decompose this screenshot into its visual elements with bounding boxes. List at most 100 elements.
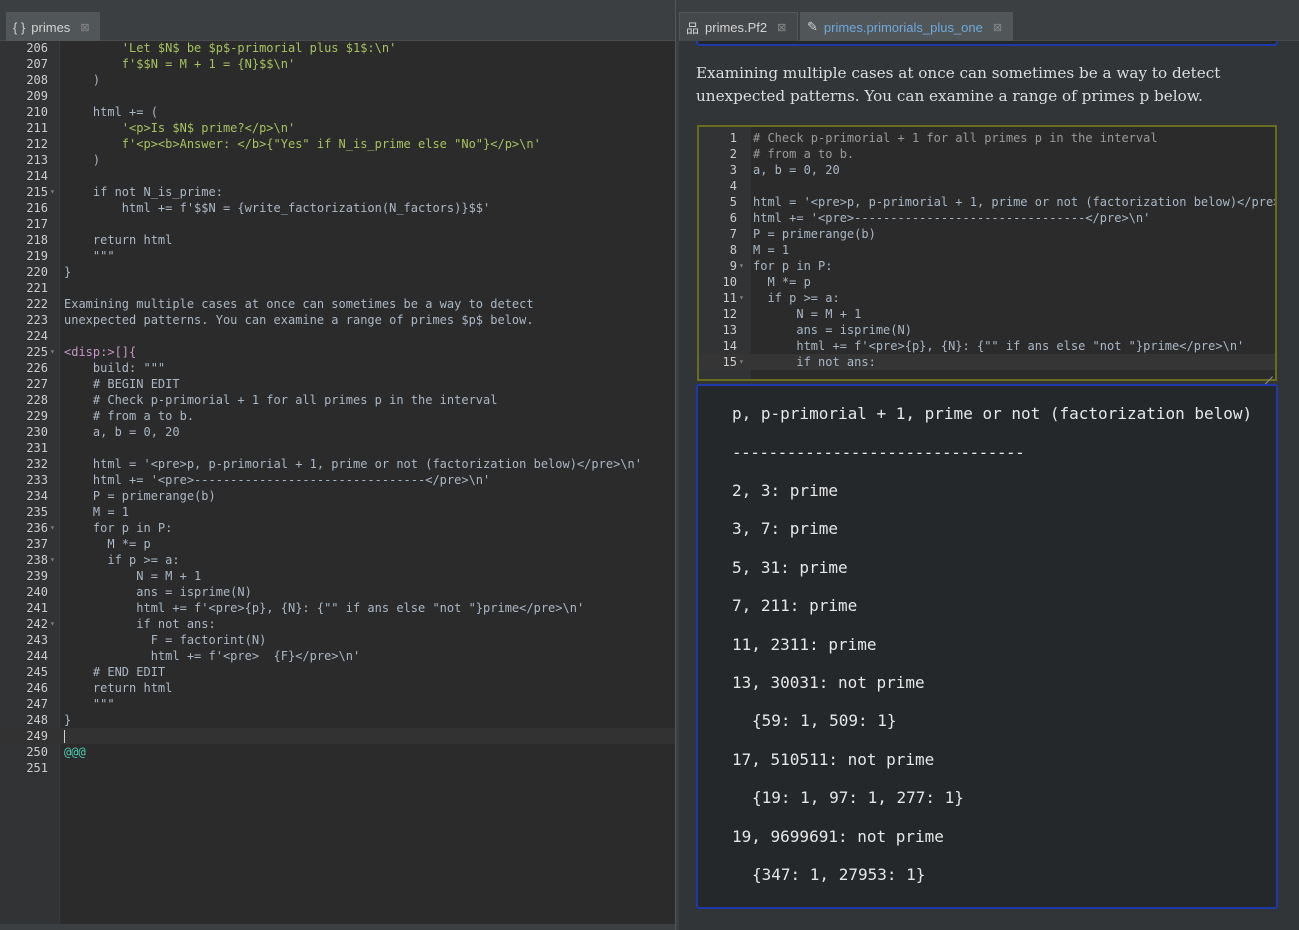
fold-arrow-icon[interactable]: ▾	[50, 552, 60, 568]
code-line: 242 ▾ if not ans:	[0, 616, 675, 632]
output-line: 19, 9699691: not prime	[732, 827, 944, 846]
output-line: {347: 1, 27953: 1}	[752, 865, 926, 884]
code-line: 217	[0, 216, 675, 232]
code-text: html += '<pre>--------------------------…	[64, 473, 491, 487]
braces-icon: { }	[13, 19, 26, 35]
close-icon[interactable]: ⊠	[777, 21, 786, 34]
code-text: # Check p-primorial + 1 for all primes p…	[753, 131, 1158, 145]
line-number: 208	[26, 73, 48, 87]
line-number: 10	[722, 275, 737, 289]
close-icon[interactable]: ⊠	[993, 21, 1002, 34]
fold-arrow-icon[interactable]: ▾	[50, 520, 60, 536]
line-number: 238	[26, 553, 48, 567]
right-tab-bar: 品 primes.Pf2 ⊠ ✎ primes.primorials_plus_…	[679, 0, 1299, 41]
line-number: 234	[26, 489, 48, 503]
code-text: html += f'<pre>{p}, {N}: {"" if ans else…	[64, 601, 585, 615]
line-number: 217	[26, 217, 48, 231]
code-line: 207 f'$$N = M + 1 = {N}$$\n'	[0, 56, 675, 72]
line-number: 251	[26, 761, 48, 775]
line-number: 244	[26, 649, 48, 663]
tab-primes-pf2[interactable]: 品 primes.Pf2 ⊠	[679, 12, 798, 41]
code-text: <disp:>[]{	[64, 345, 137, 359]
code-text: for p in P:	[64, 521, 173, 535]
fold-arrow-icon[interactable]: ▾	[739, 258, 749, 274]
code-text: html += '<pre>--------------------------…	[753, 211, 1151, 225]
line-number: 221	[26, 281, 48, 295]
line-number: 247	[26, 697, 48, 711]
code-text: N = M + 1	[64, 569, 202, 583]
line-number: 233	[26, 473, 48, 487]
fold-arrow-icon[interactable]: ▾	[50, 344, 60, 360]
resize-handle-icon[interactable]	[1259, 363, 1273, 377]
code-line: 13 ans = isprime(N)	[699, 322, 1275, 338]
code-line: 223 unexpected patterns. You can examine …	[0, 312, 675, 328]
code-line: 8 M = 1	[699, 242, 1275, 258]
fold-arrow-icon[interactable]: ▾	[739, 354, 749, 370]
output-separator: --------------------------------	[732, 443, 1025, 462]
code-editor[interactable]: 206 'Let $N$ be $p$-primorial plus $1$:\…	[0, 41, 675, 924]
code-text: if not ans:	[64, 617, 216, 631]
code-line: 206 'Let $N$ be $p$-primorial plus $1$:\…	[0, 40, 675, 56]
code-line: 233 html += '<pre>----------------------…	[0, 472, 675, 488]
code-line: 11 ▾ if p >= a:	[699, 290, 1275, 306]
code-line: 249	[0, 728, 675, 744]
line-number: 15	[722, 355, 737, 369]
code-text: }	[64, 713, 72, 727]
code-text: # END EDIT	[64, 665, 166, 679]
fold-arrow-icon[interactable]: ▾	[739, 290, 749, 306]
line-number: 207	[26, 57, 48, 71]
left-tab-bar: { } primes ⊠	[0, 0, 675, 41]
code-line: 14 html += f'<pre>{p}, {N}: {"" if ans e…	[699, 338, 1275, 354]
line-number: 239	[26, 569, 48, 583]
fold-arrow-icon[interactable]: ▾	[50, 616, 60, 632]
code-line: 208 )	[0, 72, 675, 88]
code-text: html = '<pre>p, p-primorial + 1, prime o…	[753, 195, 1275, 209]
line-number: 6	[729, 211, 737, 225]
code-text: """	[64, 697, 115, 711]
code-line: 225 ▾ <disp:>[]{	[0, 344, 675, 360]
code-text: Examining multiple cases at once can som…	[64, 297, 534, 311]
code-line: 243 F = factorint(N)	[0, 632, 675, 648]
prose-paragraph: Examining multiple cases at once can som…	[696, 64, 1221, 105]
line-number: 248	[26, 713, 48, 727]
code-line: 251	[0, 760, 675, 776]
code-text: return html	[64, 681, 173, 695]
line-number: 206	[26, 41, 48, 55]
line-number: 231	[26, 441, 48, 455]
line-number: 5	[729, 195, 737, 209]
line-number: 211	[26, 121, 48, 135]
line-number: 223	[26, 313, 48, 327]
code-text: N = M + 1	[753, 307, 862, 321]
code-line: 212 f'<p><b>Answer: </b>{"Yes" if N_is_p…	[0, 136, 675, 152]
fold-arrow-icon[interactable]: ▾	[50, 184, 60, 200]
close-icon[interactable]: ⊠	[80, 21, 89, 34]
tab-label: primes.Pf2	[705, 19, 768, 35]
code-line: 214	[0, 168, 675, 184]
code-line: 209	[0, 88, 675, 104]
line-number: 12	[722, 307, 737, 321]
output-line: 11, 2311: prime	[732, 635, 877, 654]
code-text: unexpected patterns. You can examine a r…	[64, 313, 534, 327]
code-text: html += f'<pre>{p}, {N}: {"" if ans else…	[753, 339, 1245, 353]
code-line: 226 build: """	[0, 360, 675, 376]
code-text: html += f'<pre> {F}</pre>\n'	[64, 649, 361, 663]
embedded-code-editor[interactable]: 1 # Check p-primorial + 1 for all primes …	[697, 125, 1277, 381]
code-line: 241 html += f'<pre>{p}, {N}: {"" if ans …	[0, 600, 675, 616]
code-line: 236 ▾ for p in P:	[0, 520, 675, 536]
line-number: 232	[26, 457, 48, 471]
code-line: 248}	[0, 712, 675, 728]
output-line: 5, 31: prime	[732, 558, 848, 577]
code-text: M = 1	[64, 505, 130, 519]
code-line: 15 ▾ if not ans:	[699, 354, 1275, 370]
tab-primorials-plus-one[interactable]: ✎ primes.primorials_plus_one ⊠	[800, 12, 1013, 41]
code-text: M *= p	[753, 275, 811, 289]
code-line: 227 # BEGIN EDIT	[0, 376, 675, 392]
code-line: 211 '<p>Is $N$ prime?</p>\n'	[0, 120, 675, 136]
code-line: 210 html += (	[0, 104, 675, 120]
tab-label: primes	[31, 19, 71, 35]
tab-primes[interactable]: { } primes ⊠	[6, 12, 100, 41]
code-text: 'Let $N$ be $p$-primorial plus $1$:\n'	[64, 41, 397, 55]
code-line: 220}	[0, 264, 675, 280]
code-text: }	[64, 265, 72, 279]
code-line: 3 a, b = 0, 20	[699, 162, 1275, 178]
